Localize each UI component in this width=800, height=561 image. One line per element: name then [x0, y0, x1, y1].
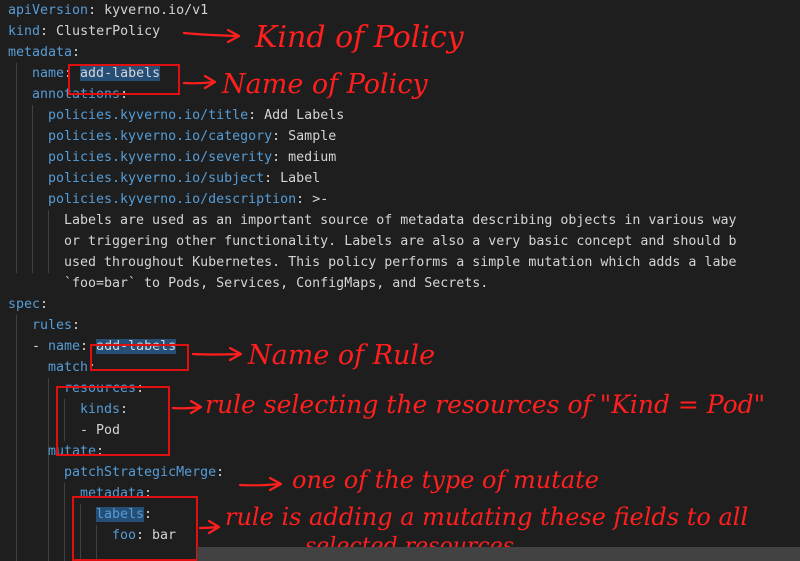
annotation-one-of-type: one of the type of mutate: [292, 466, 600, 494]
arrow-icon: [182, 80, 216, 85]
arrow-icon: [191, 352, 242, 356]
annotation-rule-selecting: rule selecting the resources of "Kind = …: [205, 390, 766, 419]
arrow-icon: [182, 31, 240, 38]
arrow-icon: [198, 525, 220, 530]
arrow-icon: [171, 405, 202, 410]
annotation-name-of-policy: Name of Policy: [222, 69, 428, 100]
annotation-name-of-rule: Name of Rule: [248, 340, 436, 371]
arrow-icon: [238, 482, 282, 487]
horizontal-scrollbar[interactable]: [197, 547, 800, 561]
annotation-rule-adding: rule is adding a mutating these fields t…: [225, 503, 749, 531]
yaml-code-editor[interactable]: apiVersion: kyverno.io/v1 kind: ClusterP…: [0, 0, 800, 561]
annotation-kind-of-policy: Kind of Policy: [255, 20, 464, 55]
